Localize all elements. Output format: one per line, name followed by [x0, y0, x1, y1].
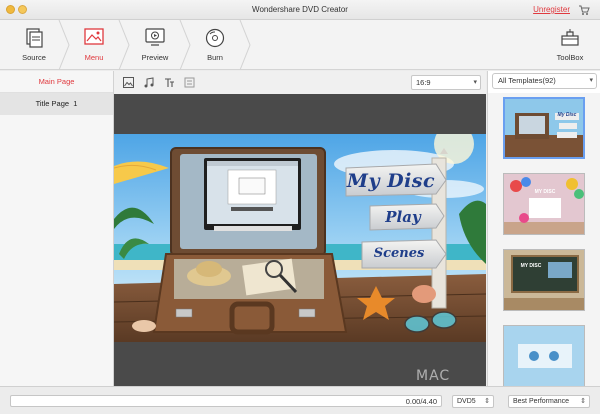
toolbox-label: ToolBox [556, 53, 584, 62]
template-filter-select[interactable]: All Templates(92) ▾ [492, 73, 597, 89]
menu-scenes-button[interactable]: Scenes [362, 246, 436, 261]
template-image [505, 99, 583, 157]
watermark-text: MAC [416, 368, 451, 384]
menu-background-image [114, 134, 486, 342]
menu-preview[interactable]: My Disc Play Scenes [114, 134, 486, 342]
chevron-down-icon: ▾ [589, 77, 593, 84]
disc-type-value: DVD5 [457, 398, 476, 405]
music-icon[interactable] [143, 77, 154, 88]
step-menu[interactable]: Menu [64, 20, 124, 70]
source-icon [26, 28, 43, 48]
template-image [504, 174, 584, 234]
cart-icon[interactable] [578, 4, 590, 16]
preview-icon [145, 28, 165, 46]
menu-play-button[interactable]: Play [370, 208, 436, 226]
app-title: Wondershare DVD Creator [252, 5, 348, 14]
image-icon[interactable] [123, 77, 134, 88]
page-list-panel: Main Page Title Page 1 [0, 71, 114, 386]
template-thumb-winter[interactable] [503, 325, 585, 386]
unregister-link[interactable]: Unregister [533, 5, 570, 14]
title-bar: Wondershare DVD Creator Unregister [0, 0, 600, 20]
title-page-label: Title Page [35, 99, 70, 108]
chevron-updown-icon: ⇕ [580, 398, 586, 405]
template-list[interactable]: My Disc MY DISC MY DISC [488, 93, 600, 386]
step-preview-label: Preview [141, 53, 169, 62]
aspect-ratio-value: 16:9 [416, 78, 431, 87]
toolbox-icon [561, 29, 579, 46]
disc-capacity-bar: 0.00/4.40 [10, 395, 442, 407]
aspect-ratio-select[interactable]: 16:9 ▾ [411, 75, 481, 90]
template-panel: All Templates(92) ▾ My Disc MY DISC MY D… [487, 71, 600, 386]
title-page-number: 1 [73, 99, 78, 108]
template-filter-value: All Templates(92) [498, 76, 556, 85]
step-burn-label: Burn [207, 53, 223, 62]
template-title: MY DISC [534, 189, 556, 195]
toolbox-button[interactable]: ToolBox [546, 20, 594, 70]
disc-type-select[interactable]: DVD5 ⇕ [452, 395, 494, 408]
text-icon[interactable] [164, 77, 175, 88]
template-thumb-beach[interactable]: My Disc [503, 97, 585, 159]
template-thumb-party[interactable]: MY DISC [503, 173, 585, 235]
step-menu-label: Menu [84, 53, 104, 62]
step-source[interactable]: Source [4, 20, 64, 70]
template-image [504, 250, 584, 310]
menu-canvas: My Disc Play Scenes [114, 94, 486, 386]
menu-title-text[interactable]: My Disc [345, 170, 437, 192]
quality-select[interactable]: Best Performance ⇕ [508, 395, 590, 408]
step-preview[interactable]: Preview [125, 20, 185, 70]
disc-capacity-text: 0.00/4.40 [405, 397, 437, 406]
template-title: My Disc [557, 112, 577, 118]
template-image [504, 326, 584, 386]
menu-icon [84, 28, 104, 45]
step-burn[interactable]: Burn [185, 20, 245, 70]
chevron-updown-icon: ⇕ [484, 398, 490, 405]
step-divider [239, 20, 251, 70]
burn-icon [205, 28, 225, 48]
quality-value: Best Performance [513, 398, 570, 405]
bottom-bar: 0.00/4.40 DVD5 ⇕ Best Performance ⇕ [0, 386, 600, 414]
template-title: MY DISC [520, 263, 542, 269]
main-page-item[interactable]: Main Page [0, 71, 113, 93]
chevron-down-icon: ▾ [473, 79, 477, 86]
step-source-label: Source [22, 53, 46, 62]
title-page-item[interactable]: Title Page 1 [0, 93, 113, 115]
chapter-icon[interactable] [184, 77, 195, 88]
step-toolbar: Source Menu Preview Burn ToolBox [0, 20, 600, 70]
template-thumb-chalkboard[interactable]: MY DISC [503, 249, 585, 311]
